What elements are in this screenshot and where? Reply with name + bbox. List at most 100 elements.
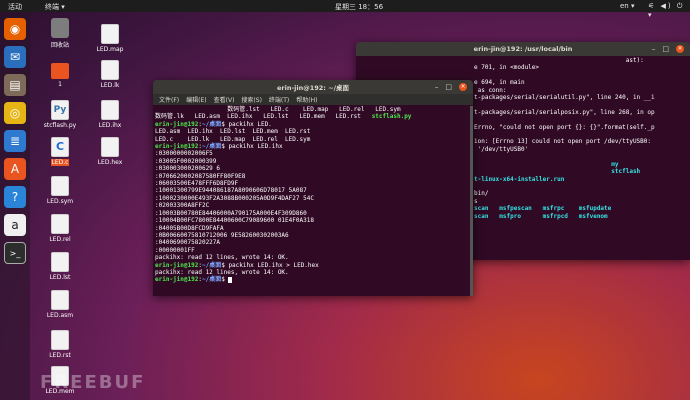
terminal-line: :10001300799E944086187A8090606D78017 5A0… — [155, 187, 471, 194]
terminal-text: :0706620002087580FF80F9E8 — [155, 172, 246, 180]
dock-files-icon[interactable]: ▤ — [4, 74, 26, 96]
maximize-icon[interactable]: □ — [445, 83, 452, 91]
minimize-icon[interactable]: – — [435, 83, 439, 91]
desktop-icon-1[interactable]: 1 — [40, 60, 80, 88]
window-title: erin-jin@192: /usr/local/bin — [473, 45, 573, 53]
desktop-icon-led-rel[interactable]: LED.rel — [40, 214, 80, 243]
terminal-line: scan msfpro msfrpcd msfvenom — [474, 212, 608, 220]
terminal-text: 数码管.lst LED.c LED.map LED.rel LED.sym — [155, 106, 401, 113]
activities-button[interactable]: 活动 — [8, 2, 22, 12]
window-titlebar[interactable]: erin-jin@192: /usr/local/bin – □ × — [356, 42, 690, 56]
input-method-menu[interactable]: en ▾ — [620, 2, 634, 10]
terminal-text: ~/桌面 — [201, 120, 222, 128]
clock[interactable]: 星期三 18：56 — [335, 2, 383, 12]
desktop-icon--[interactable]: 回收站 — [40, 18, 80, 49]
terminal-text: ~/桌面 — [201, 276, 222, 284]
terminal-text: :10003B00780E84406000A790175A000E4F309D8… — [155, 209, 307, 217]
maximize-icon[interactable]: □ — [662, 45, 669, 53]
file-file-icon — [51, 176, 69, 196]
dock-terminal-icon[interactable]: >_ — [4, 242, 26, 264]
scrollbar[interactable] — [470, 106, 473, 296]
dock-writer-icon[interactable]: ≣ — [4, 130, 26, 152]
terminal-text: stcflash.py — [371, 113, 412, 121]
app-menu[interactable]: 终端 ▾ — [45, 2, 65, 12]
close-icon[interactable]: × — [676, 45, 684, 53]
terminal-line: LED.c LED.lk LED.map LED.rel LED.sym — [155, 136, 471, 143]
file-file-icon — [101, 137, 119, 157]
minimize-icon[interactable]: – — [652, 45, 656, 53]
terminal-text: :10001300799E944086187A8090606D78017 5A0… — [155, 187, 307, 195]
file-file-icon — [101, 24, 119, 44]
dock-rhythmbox-icon[interactable]: ◎ — [4, 102, 26, 124]
terminal-line: erin-jin@192:~/桌面$ — [155, 276, 471, 283]
terminal-line: e 701, in <module> — [474, 64, 540, 72]
desktop-icon-led-ihx[interactable]: LED.ihx — [90, 100, 130, 129]
terminal-output[interactable]: 数码管.lst LED.c LED.map LED.rel LED.sym 数码管… — [153, 105, 473, 296]
desktop-icon-led-map[interactable]: LED.map — [90, 24, 130, 53]
desktop-icon-led-hex[interactable]: LED.hex — [90, 137, 130, 166]
terminal-line: as conn: — [474, 86, 507, 94]
desktop-icon-stcflash-py[interactable]: Py stcflash.py — [40, 100, 80, 129]
file-file-icon — [51, 214, 69, 234]
system-menu[interactable]: ⚟ ◀) ⏻ ▾ — [648, 2, 690, 19]
terminal-text: :1000230000E493F2A3088B000205A0D9F4DAF27… — [155, 194, 314, 202]
terminal-line: :06003500E478FFF6D8FD9F — [155, 180, 471, 187]
dock-thunderbird-icon[interactable]: ✉ — [4, 46, 26, 68]
menu-item[interactable]: 搜索(S) — [241, 95, 262, 104]
cfile-file-icon: C — [51, 137, 69, 157]
terminal-line: Errno, "could not open port {}: {}".form… — [474, 123, 655, 131]
desktop-icon-led-lk[interactable]: LED.lk — [90, 60, 130, 89]
menu-item[interactable]: 编辑(E) — [186, 95, 206, 104]
terminal-text: :0300000002006F5 — [155, 150, 213, 158]
terminal-line: ion: [Errno 13] could not open port /dev… — [474, 138, 652, 146]
menu-item[interactable]: 查看(V) — [214, 95, 235, 104]
dock-software-icon[interactable]: A — [4, 158, 26, 180]
terminal-text: erin-jin@192 — [155, 276, 199, 284]
terminal-text: $ — [221, 276, 229, 284]
terminal-line: erin-jin@192:~/桌面$ packihx LED.ihx — [155, 143, 471, 150]
menu-item[interactable]: 文件(F) — [159, 95, 179, 104]
desktop-icon-label: LED.lk — [100, 82, 120, 89]
terminal-text: :03005F0002000399 — [155, 157, 217, 165]
terminal-text: :04005B00D8FCD9FAFA — [155, 224, 224, 232]
terminal-text: LED.asm LED.ihx LED.lst LED.mem LED.rst — [155, 128, 311, 136]
terminal-line: :0706620002087580FF80F9E8 — [155, 173, 471, 180]
terminal-text: $ packihx LED. — [221, 120, 272, 128]
dock-amazon-icon[interactable]: a — [4, 214, 26, 236]
terminal-text: $ packihx LED.ihx > LED.hex — [221, 261, 319, 269]
desktop-icon-led-sym[interactable]: LED.sym — [40, 176, 80, 205]
terminal-text: 数码管.lk LED.asm LED.ihx LED.lst LED.mem L… — [155, 113, 372, 121]
terminal-line: :0400690075820227A — [155, 239, 471, 246]
file-file-icon — [51, 290, 69, 310]
desktop-icon-led-lst[interactable]: LED.lst — [40, 252, 80, 281]
terminal-line: :1000230000E493F2A3088B000205A0D9F4DAF27… — [155, 195, 471, 202]
terminal-line: bin/ — [474, 190, 489, 198]
close-icon[interactable]: × — [459, 83, 467, 91]
terminal-text: packihx: read 12 lines, wrote 14: OK. — [155, 254, 289, 262]
terminal-window-front[interactable]: erin-jin@192: ~/桌面 – □ × 文件(F) 编辑(E) 查看(V)… — [153, 80, 473, 296]
desktop-icon-label: LED.rel — [49, 236, 71, 243]
terminal-text: ~/桌面 — [201, 261, 222, 269]
terminal-line: :03005F0002000399 — [155, 158, 471, 165]
menu-item[interactable]: 终端(T) — [269, 95, 289, 104]
trash-file-icon — [51, 18, 69, 38]
watermark: FREEBUF — [40, 372, 146, 393]
desktop-icon-led-c[interactable]: C LED.c — [40, 137, 80, 166]
window-controls: – □ × — [435, 83, 467, 91]
desktop-icon-led-asm[interactable]: LED.asm — [40, 290, 80, 319]
dock: ◉ ✉ ▤ ◎ ≣ A? a >_ — [0, 12, 30, 400]
menu-item[interactable]: 帮助(H) — [296, 95, 317, 104]
desktop-icon-label: LED.lst — [49, 274, 71, 281]
desktop-icon-led-rst[interactable]: LED.rst — [40, 330, 80, 359]
file-file-icon — [101, 100, 119, 120]
dock-firefox-icon[interactable]: ◉ — [4, 18, 26, 40]
terminal-text: $ packihx LED.ihx — [221, 143, 283, 151]
window-titlebar[interactable]: erin-jin@192: ~/桌面 – □ × — [153, 80, 473, 94]
terminal-text: erin-jin@192 — [155, 261, 199, 269]
desktop-icon-label: stcflash.py — [43, 122, 77, 129]
dock-help-icon[interactable]: ? — [4, 186, 26, 208]
